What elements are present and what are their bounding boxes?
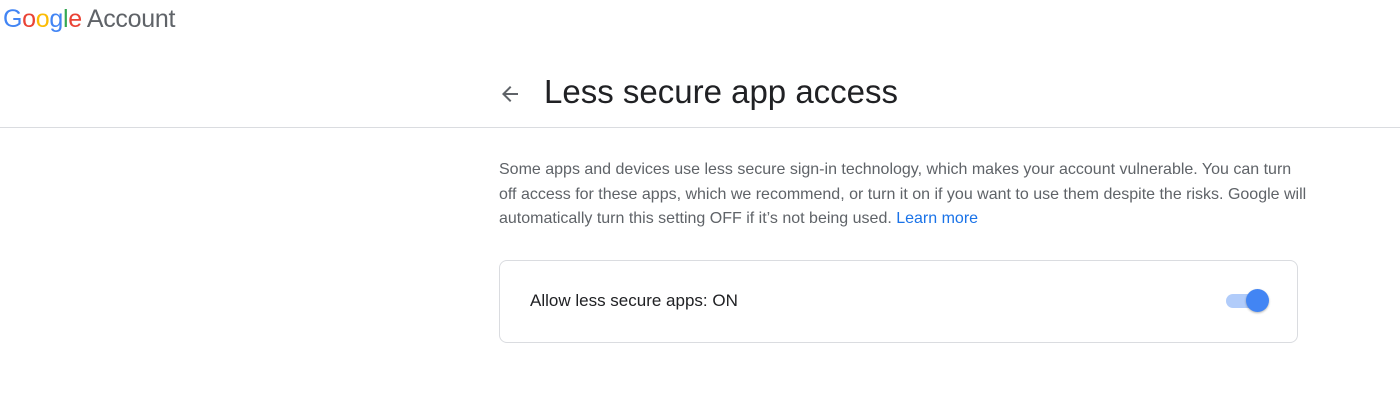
- logo-letter: o: [35, 5, 50, 33]
- logo-letter: g: [49, 5, 63, 33]
- brand-product-name: Account: [86, 5, 176, 33]
- page-header: Less secure app access: [0, 60, 1400, 128]
- setting-label: Allow less secure apps: ON: [530, 291, 738, 310]
- logo-letter: e: [68, 5, 82, 33]
- description-text: Some apps and devices use less secure si…: [499, 158, 1309, 232]
- google-logo: Google: [3, 5, 82, 34]
- back-button[interactable]: [496, 80, 524, 108]
- page-title: Less secure app access: [544, 73, 899, 110]
- allow-less-secure-apps-toggle[interactable]: [1224, 288, 1272, 314]
- arrow-back-icon: [502, 86, 518, 102]
- logo-letter: o: [22, 5, 36, 33]
- setting-card: Allow less secure apps: ON: [499, 260, 1298, 343]
- logo-letter: G: [3, 5, 23, 33]
- learn-more-link[interactable]: Learn more: [896, 210, 978, 227]
- google-account-logo[interactable]: Google Account: [3, 5, 175, 39]
- toggle-knob: [1246, 289, 1269, 312]
